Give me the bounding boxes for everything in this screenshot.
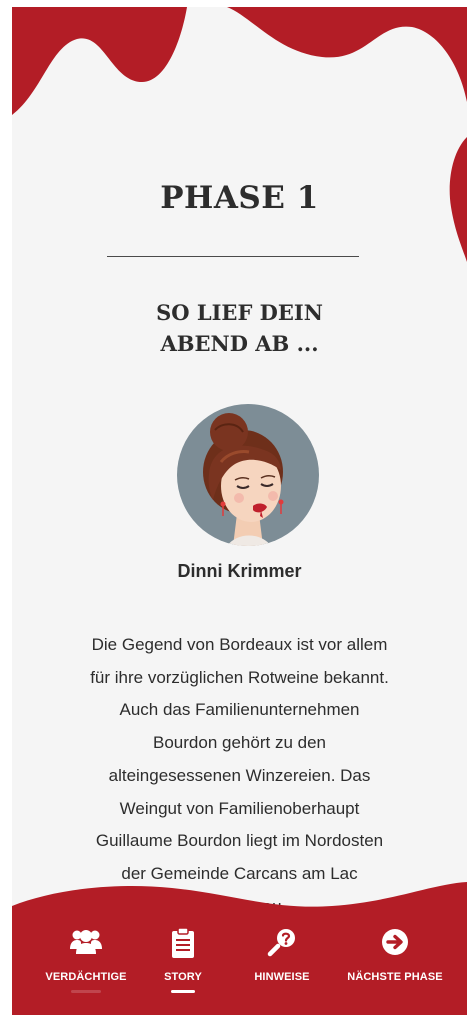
story-line: Die Gegend von Bordeaux ist vor allem xyxy=(91,635,388,654)
nav-label-story: STORY xyxy=(164,971,202,983)
nav-label-hinweise: HINWEISE xyxy=(254,971,310,983)
story-line: Weingut von Familienoberhaupt xyxy=(119,798,360,818)
woman-portrait-avatar xyxy=(203,413,284,546)
clipboard-icon xyxy=(172,927,194,958)
section-subtitle: SO LIEF DEIN ABEND AB ... xyxy=(12,297,467,359)
story-line: für ihre vorzüglichen Rotweine bekannt. xyxy=(90,667,389,687)
subtitle-line-2: ABEND AB ... xyxy=(160,331,319,356)
story-text: Die Gegend von Bordeaux ist vor allem fü… xyxy=(62,629,417,924)
subtitle-line-1: SO LIEF DEIN xyxy=(156,300,323,325)
nav-naechste-phase[interactable]: NÄCHSTE PHASE xyxy=(340,927,450,1007)
phase-title: PHASE 1 xyxy=(160,180,319,216)
magnifier-question-icon xyxy=(267,929,295,957)
nav-hinweise[interactable]: HINWEISE xyxy=(227,927,337,1007)
arrow-right-circle-icon xyxy=(382,929,408,955)
story-line: Guillaume Bourdon liegt im Nordosten xyxy=(95,831,384,851)
nav-label-verdaechtige: VERDÄCHTIGE xyxy=(45,971,127,983)
app-screen: PHASE 1 SO LIEF DEIN ABEND AB ... Dinni … xyxy=(12,7,467,1015)
story-line: Bourdon gehört zu den xyxy=(153,733,326,753)
users-icon xyxy=(70,930,102,954)
story-line: alteingesessenen Winzereien. Das xyxy=(108,765,371,785)
nav-story[interactable]: STORY xyxy=(128,927,238,1007)
nav-indicator-active xyxy=(171,990,195,993)
character-name: Dinni Krimmer xyxy=(177,561,302,581)
divider xyxy=(107,256,359,257)
top-left-red-blob xyxy=(12,7,187,115)
story-line: Auch das Familienunternehmen xyxy=(119,700,360,720)
top-right-red-blob xyxy=(227,7,467,102)
nav-label-naechste-phase: NÄCHSTE PHASE xyxy=(347,971,443,983)
character-avatar xyxy=(177,404,319,546)
nav-indicator-inactive xyxy=(71,990,101,993)
nav-verdaechtige[interactable]: VERDÄCHTIGE xyxy=(31,927,141,1007)
